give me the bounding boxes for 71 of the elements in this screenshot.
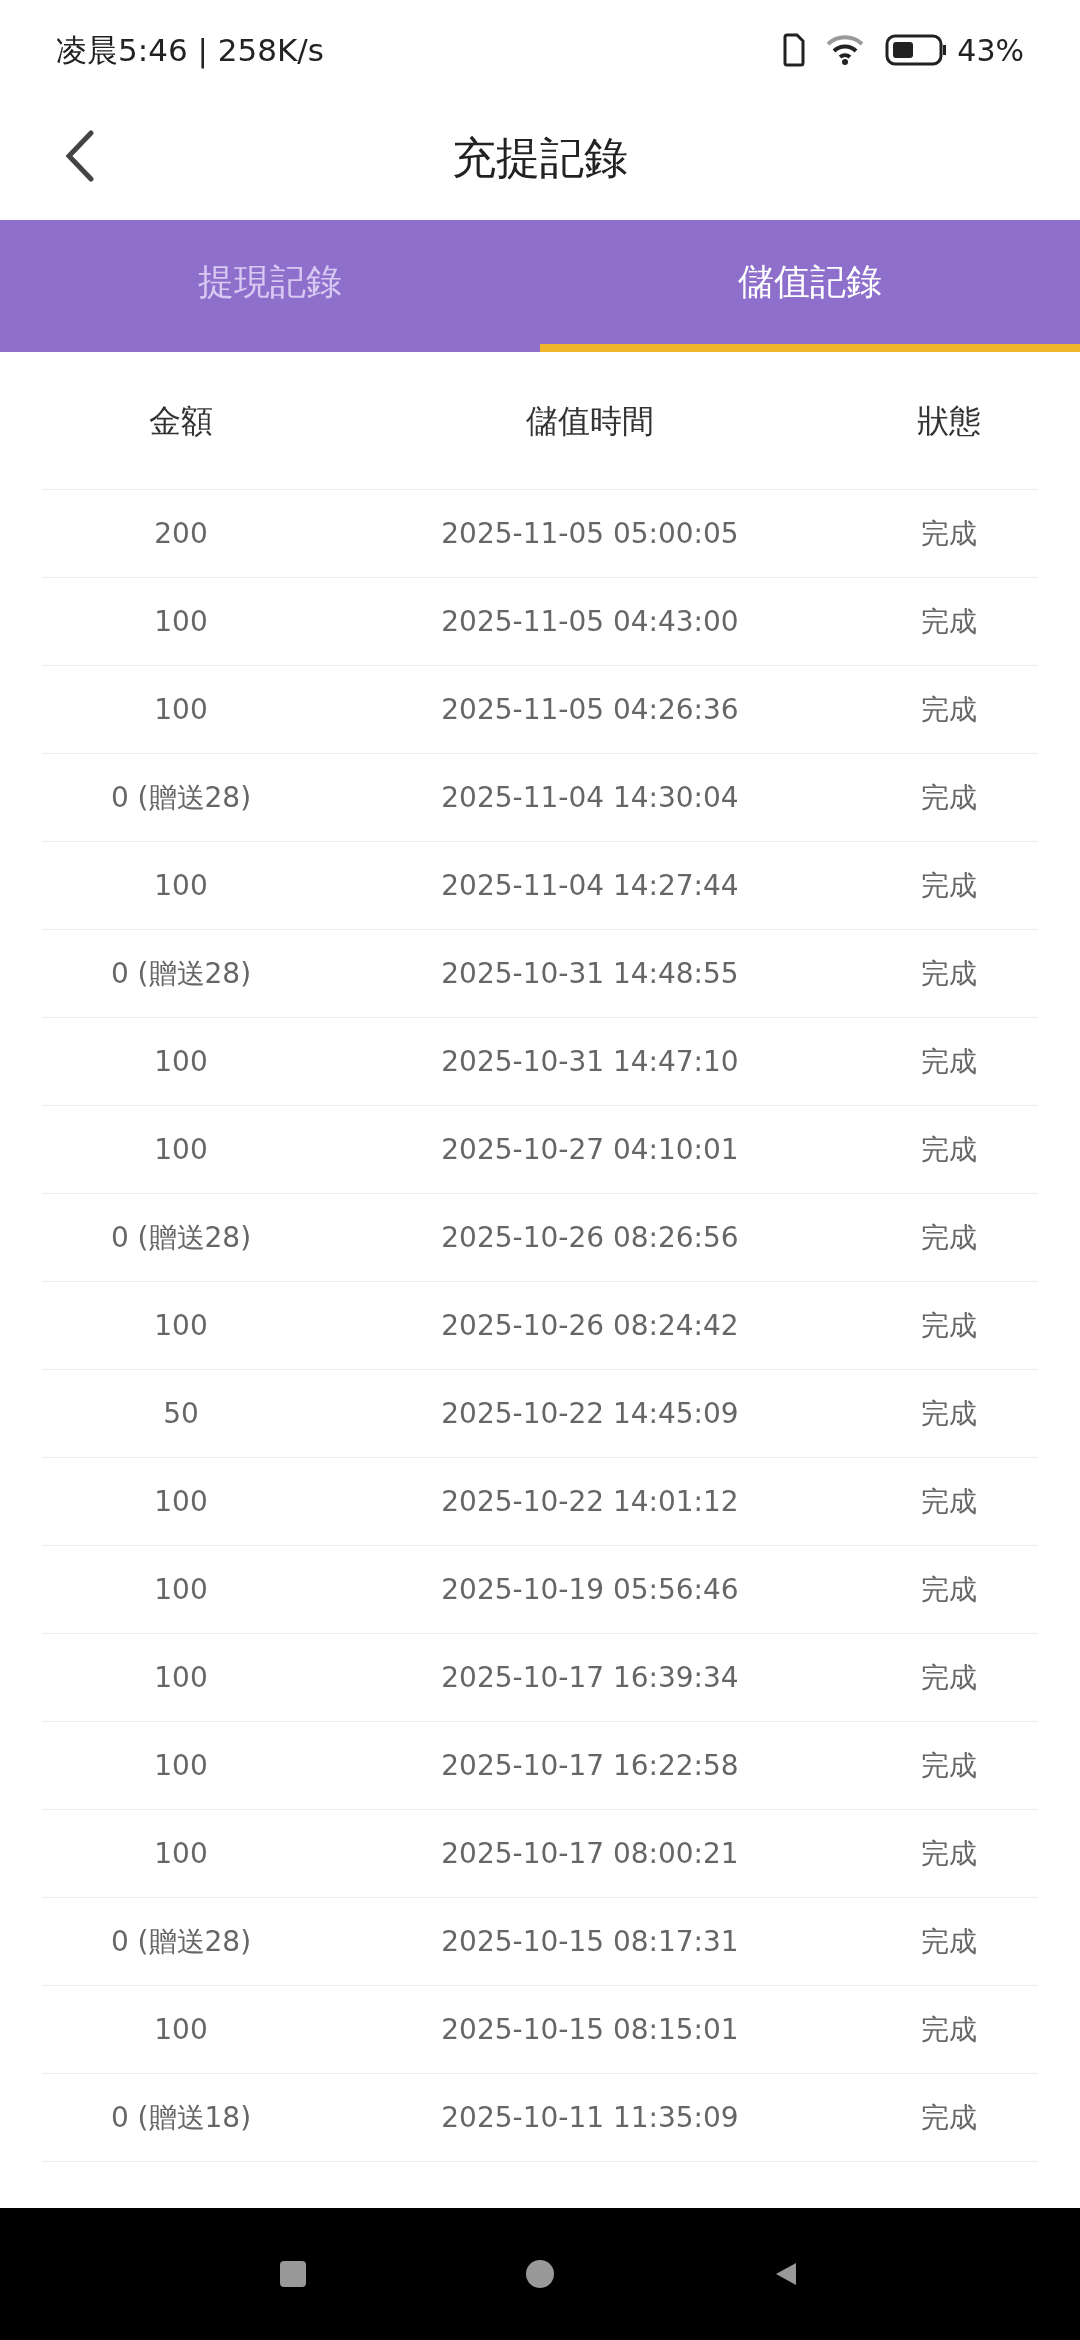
status-cell-text: 完成	[921, 1571, 977, 1608]
amount-cell-text: 100	[154, 1659, 208, 1696]
status-cell-text: 完成	[921, 955, 977, 992]
time-cell-text: 2025-10-15 08:17:31	[441, 1923, 739, 1960]
battery-percent: 43%	[957, 31, 1024, 70]
time-cell-text: 2025-10-15 08:15:01	[441, 2011, 739, 2048]
time-cell-text: 2025-10-26 08:24:42	[441, 1307, 739, 1344]
battery-icon	[885, 34, 948, 66]
time-cell-text: 2025-10-22 14:45:09	[441, 1395, 739, 1432]
time-cell-text: 2025-11-05 04:26:36	[441, 691, 739, 728]
amount-cell-text: 100	[154, 691, 208, 728]
amount-cell-text: 0 (贈送28)	[110, 779, 252, 816]
time-cell-text: 2025-11-05 05:00:05	[441, 515, 739, 552]
time-cell-text: 2025-11-04 14:30:04	[441, 779, 739, 816]
back-icon	[65, 130, 95, 182]
status-cell-text: 完成	[921, 1219, 977, 1256]
status-cell-text: 完成	[921, 1395, 977, 1432]
status-cell-text: 完成	[921, 1659, 977, 1696]
status-time: 凌晨5:46 | 258K/s	[56, 30, 324, 71]
time-cell-text: 2025-10-26 08:26:56	[441, 1219, 739, 1256]
time-cell-text: 2025-10-22 14:01:12	[441, 1483, 739, 1520]
amount-cell-text: 200	[154, 515, 208, 552]
tab[interactable]: 提現記錄	[0, 220, 540, 352]
tab[interactable]: 儲值記錄	[540, 220, 1080, 352]
amount-cell-text: 0 (贈送18)	[110, 2099, 252, 2136]
amount-cell-text: 100	[154, 1571, 208, 1608]
time-cell-text: 2025-10-27 04:10:01	[441, 1131, 739, 1168]
status-cell-text: 完成	[921, 691, 977, 728]
triangle-icon	[774, 2261, 798, 2287]
page-title: 充提記錄	[452, 131, 628, 185]
status-cell-text: 完成	[921, 603, 977, 640]
amount-cell-text: 100	[154, 867, 208, 904]
amount-cell-text: 100	[154, 1043, 208, 1080]
amount-cell-text: 0 (贈送28)	[110, 955, 252, 992]
time-cell-text: 2025-11-05 04:43:00	[441, 603, 739, 640]
status-cell-text: 完成	[921, 1043, 977, 1080]
status-cell-text: 完成	[921, 1835, 977, 1872]
status-cell-text: 完成	[921, 515, 977, 552]
time-cell-text: 2025-10-17 08:00:21	[441, 1835, 739, 1872]
time-cell-text: 2025-10-17 16:39:34	[441, 1659, 739, 1696]
amount-cell-text: 100	[154, 1131, 208, 1168]
amount-cell-text: 0 (贈送28)	[110, 1923, 252, 1960]
status-cell-text: 完成	[921, 2099, 977, 2136]
status-cell-text: 完成	[921, 1307, 977, 1344]
time-cell-text: 2025-10-11 11:35:09	[441, 2099, 739, 2136]
amount-cell-text: 100	[154, 1835, 208, 1872]
amount-cell-text: 50	[163, 1395, 199, 1432]
time-cell-text: 2025-11-04 14:27:44	[441, 867, 739, 904]
sim-icon	[783, 33, 806, 67]
wifi-icon	[825, 34, 866, 66]
column-header: 儲值時間	[526, 400, 654, 442]
home-button[interactable]	[526, 2260, 554, 2288]
status-cell-text: 完成	[921, 1131, 977, 1168]
status-cell-text: 完成	[921, 779, 977, 816]
amount-cell-text: 0 (贈送28)	[110, 1219, 252, 1256]
status-cell-text: 完成	[921, 2011, 977, 2048]
column-header: 狀態	[917, 400, 981, 442]
amount-cell-text: 100	[154, 1307, 208, 1344]
status-cell-text: 完成	[921, 867, 977, 904]
time-cell-text: 2025-10-31 14:47:10	[441, 1043, 739, 1080]
amount-cell-text: 100	[154, 2011, 208, 2048]
amount-cell-text: 100	[154, 1483, 208, 1520]
amount-cell-text: 100	[154, 1747, 208, 1784]
status-cell-text: 完成	[921, 1923, 977, 1960]
time-cell-text: 2025-10-17 16:22:58	[441, 1747, 739, 1784]
status-cell-text: 完成	[921, 1747, 977, 1784]
amount-cell-text: 100	[154, 603, 208, 640]
time-cell-text: 2025-10-19 05:56:46	[441, 1571, 739, 1608]
status-cell-text: 完成	[921, 1483, 977, 1520]
column-header: 金額	[149, 400, 213, 442]
time-cell-text: 2025-10-31 14:48:55	[441, 955, 739, 992]
